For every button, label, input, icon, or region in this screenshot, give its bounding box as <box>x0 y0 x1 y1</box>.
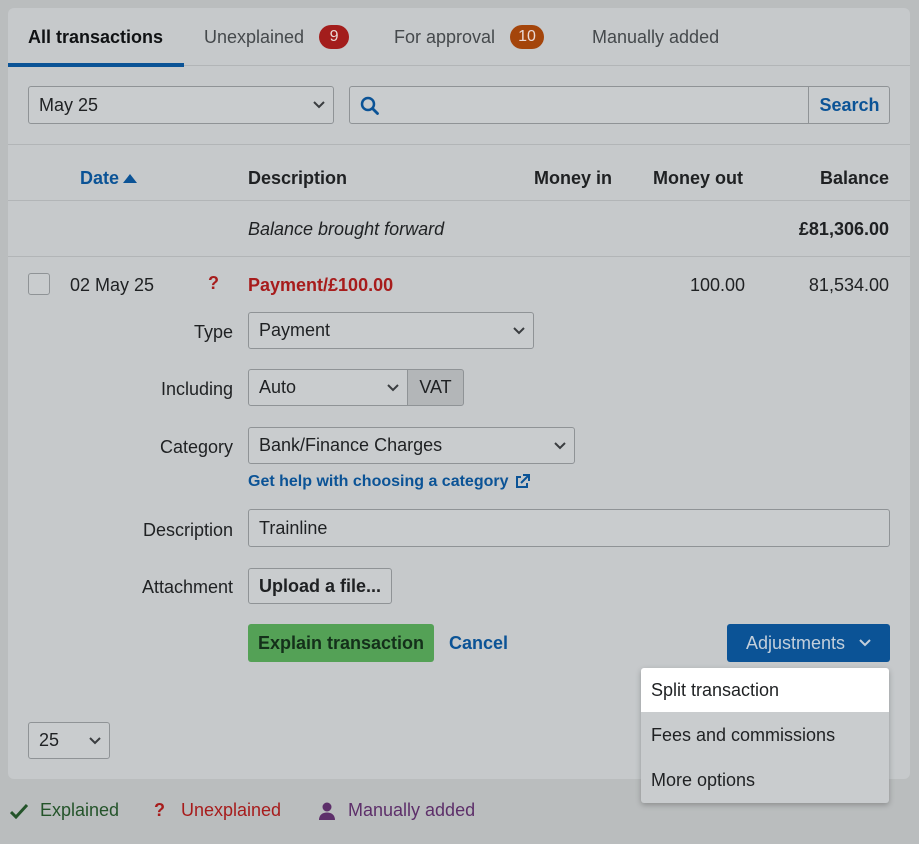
transactions-panel: All transactions Unexplained 9 For appro… <box>8 8 910 779</box>
menu-item-more-options[interactable]: More options <box>641 758 889 802</box>
row-checkbox[interactable] <box>28 273 50 295</box>
divider <box>8 144 910 145</box>
transaction-money-out: 100.00 <box>689 275 745 295</box>
menu-item-fees-and-commissions[interactable]: Fees and commissions <box>641 713 889 757</box>
per-page-select[interactable]: 25 <box>28 722 110 759</box>
type-label: Type <box>193 322 233 342</box>
legend-label: Unexplained <box>181 800 282 820</box>
per-page-value: 25 <box>39 730 60 750</box>
chevron-down-icon <box>387 383 399 391</box>
divider <box>8 200 910 201</box>
transaction-description[interactable]: Payment/£100.00 <box>248 275 393 296</box>
column-label: Date <box>80 168 120 188</box>
legend-unexplained: ? Unexplained <box>154 800 281 821</box>
active-tab-indicator <box>8 63 184 67</box>
unexplained-status-icon: ? <box>208 273 219 293</box>
category-label: Category <box>159 437 233 457</box>
adjustments-menu: Split transaction Fees and commissions M… <box>641 668 889 803</box>
description-column-header: Description <box>248 168 348 188</box>
sort-ascending-icon <box>123 174 138 183</box>
tab-label: All transactions <box>28 26 164 47</box>
search-icon <box>360 96 379 115</box>
date-column-header[interactable]: Date <box>80 168 138 189</box>
tab-label: For approval <box>394 26 496 47</box>
legend-manually-added: Manually added <box>318 800 475 821</box>
month-select[interactable]: May 25 <box>28 86 334 124</box>
search-button[interactable]: Search <box>808 87 890 123</box>
tab-bar: All transactions Unexplained 9 For appro… <box>8 8 910 67</box>
type-select[interactable]: Payment <box>248 312 534 349</box>
adjustments-label: Adjustments <box>745 632 846 653</box>
cancel-link[interactable]: Cancel <box>449 633 508 654</box>
transaction-date: 02 May 25 <box>70 275 155 295</box>
category-value: Bank/Finance Charges <box>259 435 443 455</box>
tab-unexplained[interactable]: Unexplained 9 <box>204 8 350 66</box>
upload-file-button[interactable]: Upload a file... <box>248 568 392 604</box>
menu-item-split-transaction[interactable]: Split transaction <box>641 668 889 712</box>
adjustments-button[interactable]: Adjustments <box>727 624 890 662</box>
tab-for-approval[interactable]: For approval 10 <box>394 8 544 66</box>
category-select[interactable]: Bank/Finance Charges <box>248 427 575 464</box>
including-value: Auto <box>259 377 297 397</box>
count-badge: 9 <box>319 25 350 49</box>
explain-transaction-button[interactable]: Explain transaction <box>248 624 434 662</box>
transaction-balance: 81,534.00 <box>808 275 889 295</box>
vat-addon: VAT <box>407 369 464 406</box>
tab-label: Unexplained <box>204 26 305 47</box>
including-select[interactable]: Auto <box>248 369 408 406</box>
category-help-text: Get help with choosing a category <box>248 473 509 490</box>
search-input[interactable] <box>388 89 798 121</box>
chevron-down-icon <box>554 441 566 449</box>
check-icon <box>10 803 28 819</box>
search-box: Search <box>349 86 890 124</box>
question-mark-icon: ? <box>154 800 165 820</box>
balance-column-header: Balance <box>819 168 889 188</box>
including-label: Including <box>160 379 233 399</box>
tab-label: Manually added <box>592 26 720 47</box>
attachment-label: Attachment <box>141 577 233 597</box>
brought-forward-balance: £81,306.00 <box>798 219 889 239</box>
chevron-down-icon <box>513 326 525 334</box>
money-out-column-header: Money out <box>653 168 743 188</box>
chevron-down-icon <box>89 736 101 744</box>
external-link-icon <box>516 474 531 488</box>
count-badge: 10 <box>510 25 544 49</box>
tab-manually-added[interactable]: Manually added <box>592 8 719 66</box>
legend-label: Explained <box>40 800 120 820</box>
tab-all-transactions[interactable]: All transactions <box>28 8 163 66</box>
legend-explained: Explained <box>10 800 119 821</box>
user-icon <box>319 802 335 820</box>
type-value: Payment <box>259 320 331 340</box>
month-value: May 25 <box>39 94 99 115</box>
divider <box>8 256 910 257</box>
chevron-down-icon <box>859 639 871 647</box>
description-label: Description <box>142 520 233 540</box>
brought-forward-label: Balance brought forward <box>248 219 445 239</box>
category-help-link[interactable]: Get help with choosing a category <box>248 473 531 491</box>
chevron-down-icon <box>313 101 325 109</box>
money-in-column-header: Money in <box>534 168 613 188</box>
description-input[interactable] <box>248 509 890 547</box>
legend-label: Manually added <box>348 800 476 820</box>
